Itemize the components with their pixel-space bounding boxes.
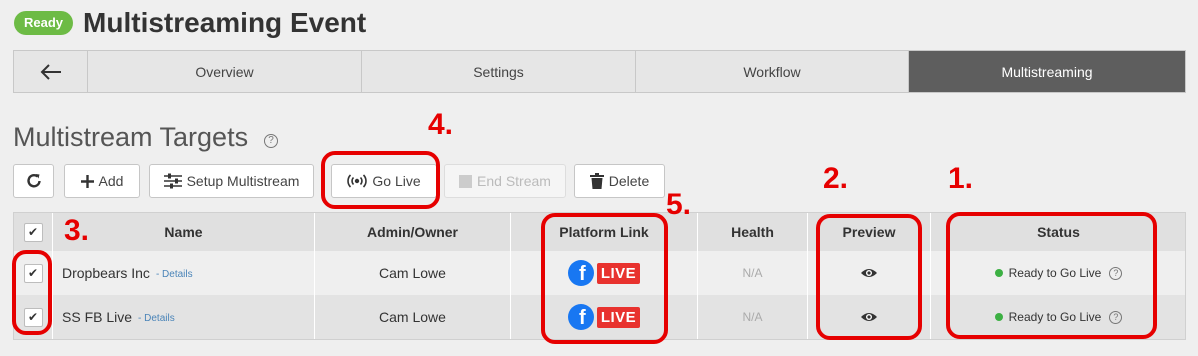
- column-header: Health: [698, 213, 808, 251]
- arrow-left-icon: [40, 63, 61, 80]
- owner-cell: Cam Lowe: [315, 295, 511, 339]
- back-button[interactable]: [14, 51, 88, 92]
- name-cell: SS FB Live - Details: [53, 295, 315, 339]
- tab-settings[interactable]: Settings: [362, 51, 636, 92]
- status-badge: Ready: [14, 11, 74, 35]
- end-stream-button[interactable]: End Stream: [444, 164, 566, 198]
- tab-overview[interactable]: Overview: [88, 51, 362, 92]
- annotation-number: 5.: [666, 188, 692, 221]
- annotation-highlight: [946, 212, 1157, 339]
- column-header[interactable]: Admin/Owner: [315, 213, 511, 251]
- header: Ready Multistreaming Event: [14, 6, 366, 40]
- details-link[interactable]: - Details: [138, 313, 175, 324]
- delete-button[interactable]: Delete: [574, 164, 665, 198]
- health-cell: N/A: [698, 251, 808, 295]
- target-name: Dropbears Inc: [62, 265, 150, 281]
- plus-icon: [80, 174, 94, 188]
- help-icon[interactable]: ?: [264, 133, 279, 148]
- add-button-label: Add: [98, 173, 124, 189]
- health-value: N/A: [742, 310, 763, 324]
- stop-icon: [459, 174, 473, 188]
- page-title: Multistreaming Event: [83, 7, 367, 38]
- section-title: Multistream Targets ?: [13, 122, 279, 153]
- sliders-icon: [163, 173, 182, 189]
- trash-icon: [589, 173, 604, 189]
- tab-multistreaming[interactable]: Multistreaming: [909, 51, 1185, 92]
- health-value: N/A: [742, 266, 763, 280]
- refresh-icon: [26, 174, 41, 188]
- health-cell: N/A: [698, 295, 808, 339]
- refresh-button[interactable]: [13, 164, 54, 198]
- tab-workflow[interactable]: Workflow: [636, 51, 909, 92]
- annotation-highlight: [321, 151, 440, 209]
- header-checkbox-cell: ✔: [14, 213, 53, 251]
- tab-bar: Overview Settings Workflow Multistreamin…: [13, 50, 1186, 93]
- select-all-checkbox[interactable]: ✔: [23, 222, 43, 242]
- setup-multistream-label: Setup Multistream: [186, 173, 300, 189]
- annotation-number: 3.: [64, 214, 90, 247]
- annotation-number: 4.: [428, 108, 454, 141]
- owner-cell: Cam Lowe: [315, 251, 511, 295]
- annotation-number: 2.: [823, 162, 849, 195]
- setup-multistream-button[interactable]: Setup Multistream: [149, 164, 314, 198]
- annotation-highlight: [816, 214, 922, 340]
- target-name: SS FB Live: [62, 309, 133, 325]
- end-stream-label: End Stream: [477, 173, 551, 189]
- section-title-text: Multistream Targets: [13, 122, 249, 152]
- delete-label: Delete: [608, 173, 650, 189]
- name-cell: Dropbears Inc - Details: [53, 251, 315, 295]
- annotation-highlight: [541, 213, 668, 344]
- add-button[interactable]: Add: [64, 164, 140, 198]
- details-link[interactable]: - Details: [156, 269, 193, 280]
- annotation-highlight: [12, 250, 52, 335]
- annotation-number: 1.: [948, 162, 974, 195]
- column-header[interactable]: Name: [53, 213, 315, 251]
